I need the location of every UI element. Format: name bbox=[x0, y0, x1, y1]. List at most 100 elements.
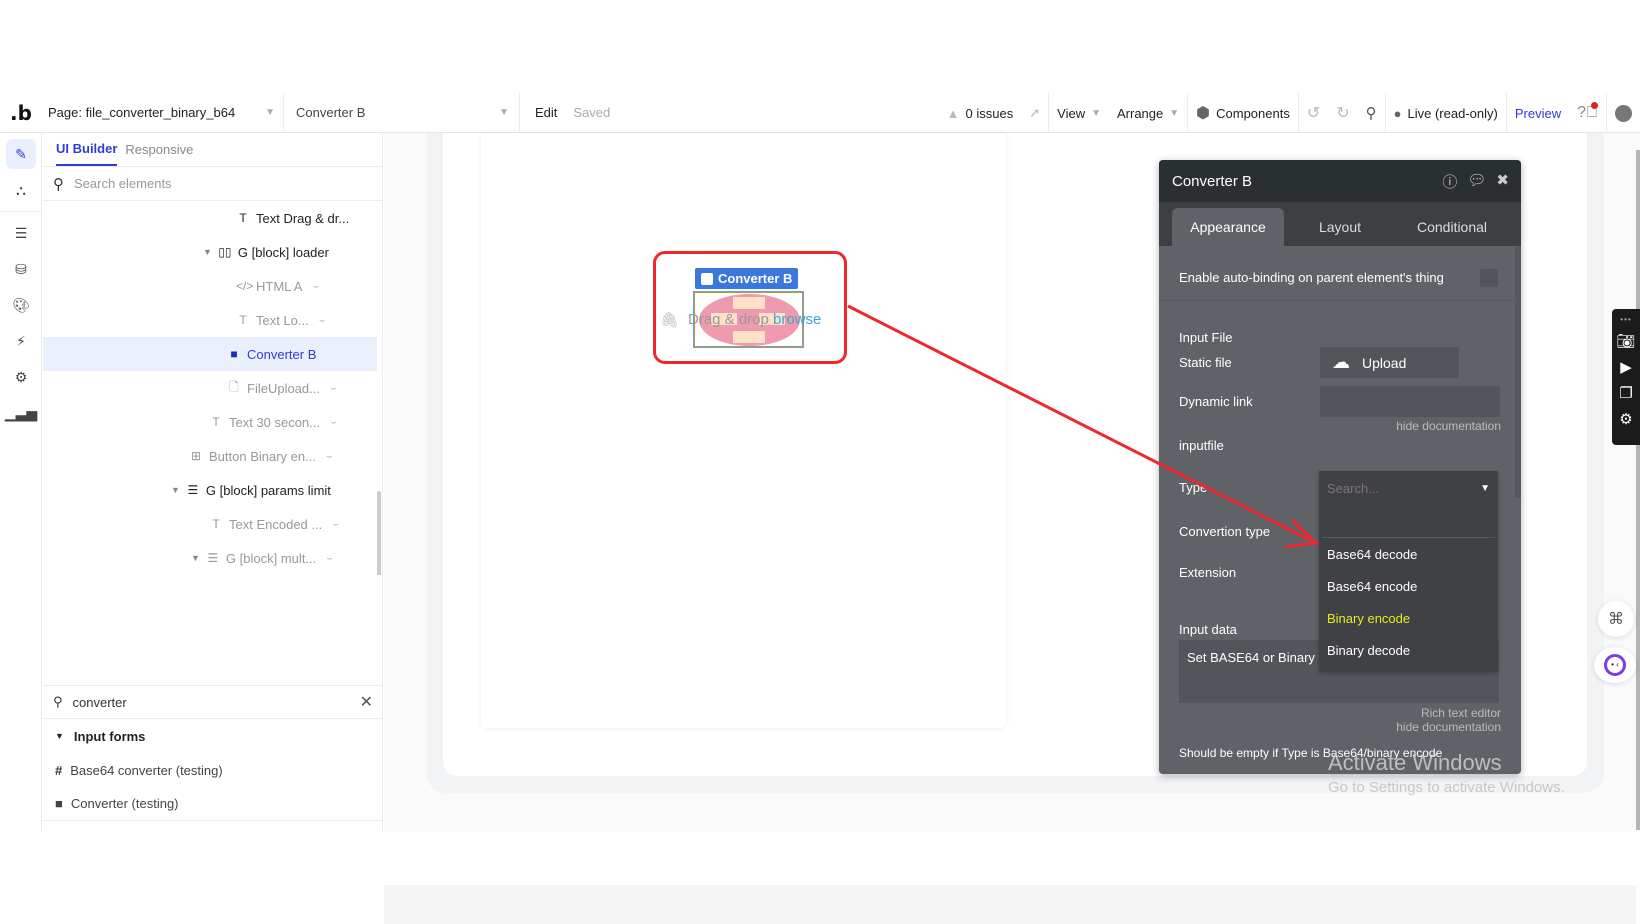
cube-icon: ⬢ bbox=[1196, 105, 1211, 122]
tab-layout[interactable]: Layout bbox=[1284, 208, 1396, 246]
comment-icon[interactable]: 💬︎ bbox=[1467, 171, 1486, 192]
hidden-eye-icon[interactable]: ⌣ bbox=[330, 417, 337, 428]
hidden-eye-icon[interactable]: ⌣ bbox=[326, 553, 333, 564]
tree-scrollbar[interactable] bbox=[377, 491, 381, 575]
hidden-eye-icon[interactable]: ⌣ bbox=[330, 383, 337, 394]
drag-drop-text: Drag & drop browse bbox=[688, 311, 821, 328]
tree-item[interactable]: ⊞ Button Binary en... ⌣ bbox=[189, 439, 333, 473]
tree-item[interactable]: T Text 30 secon... ⌣ bbox=[209, 405, 337, 439]
hidden-eye-icon[interactable]: ⌣ bbox=[326, 451, 333, 462]
tab-ui-builder[interactable]: UI Builder bbox=[56, 133, 118, 166]
expand-triangle-icon[interactable]: ▼ bbox=[171, 485, 180, 495]
page-selector[interactable]: Page: file_converter_binary_b64 ▼ bbox=[42, 92, 284, 133]
info-icon[interactable]: ⓘ bbox=[1442, 171, 1457, 192]
page-card[interactable] bbox=[481, 133, 1006, 728]
windows-icon[interactable]: ❐ bbox=[1619, 384, 1632, 402]
tree-item[interactable]: 🗋 FileUpload... ⌣ bbox=[227, 371, 337, 405]
tree-item-label: Text Encoded ... bbox=[229, 516, 323, 532]
stack-icon: ☰ bbox=[14, 224, 28, 241]
inspect-button[interactable]: ➚ bbox=[1021, 93, 1048, 133]
components-button[interactable]: ⬢ Components bbox=[1187, 93, 1298, 133]
undo-button[interactable]: ↺ bbox=[1297, 93, 1328, 133]
help-button[interactable]: ?⃝ bbox=[1569, 93, 1606, 133]
issues-button[interactable]: ▲ 0 issues bbox=[939, 93, 1022, 133]
result-item[interactable]: # Base64 converter (testing) bbox=[43, 753, 383, 787]
settings-tab[interactable]: ⚙ bbox=[6, 362, 36, 392]
dropdown-option-highlighted[interactable]: Binary encode bbox=[1319, 602, 1498, 634]
upload-button[interactable]: ☁ Upload bbox=[1320, 347, 1459, 378]
element-search[interactable]: ⚲ Search elements bbox=[43, 167, 382, 201]
panel-tabs: UI Builder Responsive bbox=[43, 133, 382, 167]
redo-button[interactable]: ↻ bbox=[1328, 93, 1357, 133]
section-divider bbox=[1159, 300, 1515, 301]
type-dropdown[interactable]: Search... ▼ Base64 decode Base64 encode … bbox=[1319, 471, 1498, 671]
view-label: View bbox=[1057, 105, 1086, 121]
tree-item[interactable]: ▼ ☰ G [block] params limit bbox=[171, 473, 331, 507]
tree-item-label: G [block] params limit bbox=[205, 482, 331, 498]
auto-binding-checkbox[interactable] bbox=[1480, 269, 1498, 287]
type-label: Type bbox=[1179, 480, 1208, 495]
video-icon[interactable]: ▶ bbox=[1620, 358, 1632, 376]
gear-icon[interactable]: ⚙ bbox=[1619, 410, 1632, 428]
tree-item[interactable]: T Text Encoded ... ⌣ bbox=[209, 507, 339, 541]
tab-responsive[interactable]: Responsive bbox=[125, 134, 193, 165]
data-tab[interactable]: ☰ bbox=[6, 218, 36, 248]
hide-documentation-link[interactable]: hide documentation bbox=[1396, 720, 1501, 734]
expand-triangle-icon[interactable]: ▼ bbox=[191, 553, 200, 563]
result-item[interactable]: ■ Converter (testing) bbox=[43, 787, 383, 821]
database-tab[interactable]: ⛁ bbox=[6, 254, 36, 284]
design-tab[interactable]: ✎ bbox=[6, 139, 36, 169]
tree-item-label: Text Lo... bbox=[256, 312, 309, 328]
close-icon[interactable]: ✖ bbox=[1496, 171, 1509, 192]
camera-icon[interactable]: 📷︎ bbox=[1616, 332, 1635, 350]
search-button[interactable]: ⚲ bbox=[1358, 93, 1385, 133]
tree-item-selected[interactable]: ■ Converter B bbox=[43, 337, 377, 371]
database-icon: ⛁ bbox=[15, 260, 27, 277]
chevron-down-icon: ▼ bbox=[1091, 107, 1101, 119]
assistant-button[interactable]: • ‹ bbox=[1594, 647, 1636, 683]
hide-documentation-link[interactable]: hide documentation bbox=[1396, 419, 1501, 433]
expand-triangle-icon[interactable]: ▼ bbox=[203, 247, 212, 257]
hidden-eye-icon[interactable]: ⌣ bbox=[332, 519, 339, 530]
palette-icon: 🎨︎ bbox=[12, 296, 30, 313]
more-dots-icon[interactable]: ••• bbox=[1620, 315, 1631, 324]
logs-tab[interactable]: ▁▃▅ bbox=[5, 398, 37, 428]
arrange-menu[interactable]: Arrange ▼ bbox=[1109, 93, 1187, 133]
account-button[interactable] bbox=[1606, 93, 1640, 133]
dropdown-option[interactable]: Base64 decode bbox=[1319, 538, 1498, 570]
bubble-logo[interactable]: .b bbox=[0, 101, 42, 125]
workflow-tab[interactable]: ⛬ bbox=[6, 175, 36, 205]
plugins-tab[interactable]: ⚡︎ bbox=[6, 326, 36, 356]
preview-button[interactable]: Preview bbox=[1505, 93, 1569, 133]
tab-conditional[interactable]: Conditional bbox=[1396, 208, 1508, 246]
command-button[interactable]: ⌘ bbox=[1598, 601, 1634, 637]
rich-text-editor-link[interactable]: Rich text editor bbox=[1396, 706, 1501, 720]
tab-appearance[interactable]: Appearance bbox=[1172, 208, 1284, 246]
dropdown-option[interactable]: Base64 encode bbox=[1319, 570, 1498, 602]
tree-item[interactable]: </> HTML A ⌣ bbox=[236, 269, 319, 303]
tree-item[interactable]: T Text Lo... ⌣ bbox=[236, 303, 325, 337]
hidden-eye-icon[interactable]: ⌣ bbox=[319, 315, 326, 326]
dropdown-search[interactable]: Search... ▼ bbox=[1319, 471, 1498, 505]
property-scrollbar[interactable] bbox=[1515, 246, 1521, 498]
tree-item[interactable]: T Text Drag & dr... bbox=[236, 201, 349, 235]
element-selector[interactable]: Converter B ▼ bbox=[284, 92, 520, 133]
property-editor-header[interactable]: Converter B ⓘ 💬︎ ✖ bbox=[1159, 160, 1521, 202]
edit-mode-button[interactable]: Edit bbox=[535, 105, 557, 120]
clear-search-icon[interactable]: ✕ bbox=[360, 692, 373, 712]
styles-tab[interactable]: 🎨︎ bbox=[6, 290, 36, 320]
live-version-button[interactable]: ● Live (read-only) bbox=[1384, 93, 1506, 133]
tree-item-label: G [block] loader bbox=[237, 244, 329, 260]
hidden-eye-icon[interactable]: ⌣ bbox=[312, 281, 319, 292]
view-menu[interactable]: View ▼ bbox=[1048, 93, 1109, 133]
reusable-search[interactable]: ⚲ converter ✕ bbox=[43, 685, 383, 719]
dropdown-option[interactable]: Binary decode bbox=[1319, 634, 1498, 666]
results-group[interactable]: ▼ Input forms bbox=[43, 719, 383, 753]
html-code-icon: </> bbox=[236, 279, 254, 293]
left-icon-rail: ✎ ⛬ ☰ ⛁ 🎨︎ ⚡︎ ⚙ ▁▃▅ bbox=[0, 133, 42, 832]
dynamic-link-input[interactable] bbox=[1320, 386, 1500, 417]
tree-item[interactable]: ▼ ☰ G [block] mult... ⌣ bbox=[191, 541, 333, 575]
browse-link[interactable]: browse bbox=[773, 311, 821, 328]
tree-item[interactable]: ▼ ▯▯ G [block] loader bbox=[203, 235, 329, 269]
page-scrollbar[interactable] bbox=[1636, 150, 1640, 830]
